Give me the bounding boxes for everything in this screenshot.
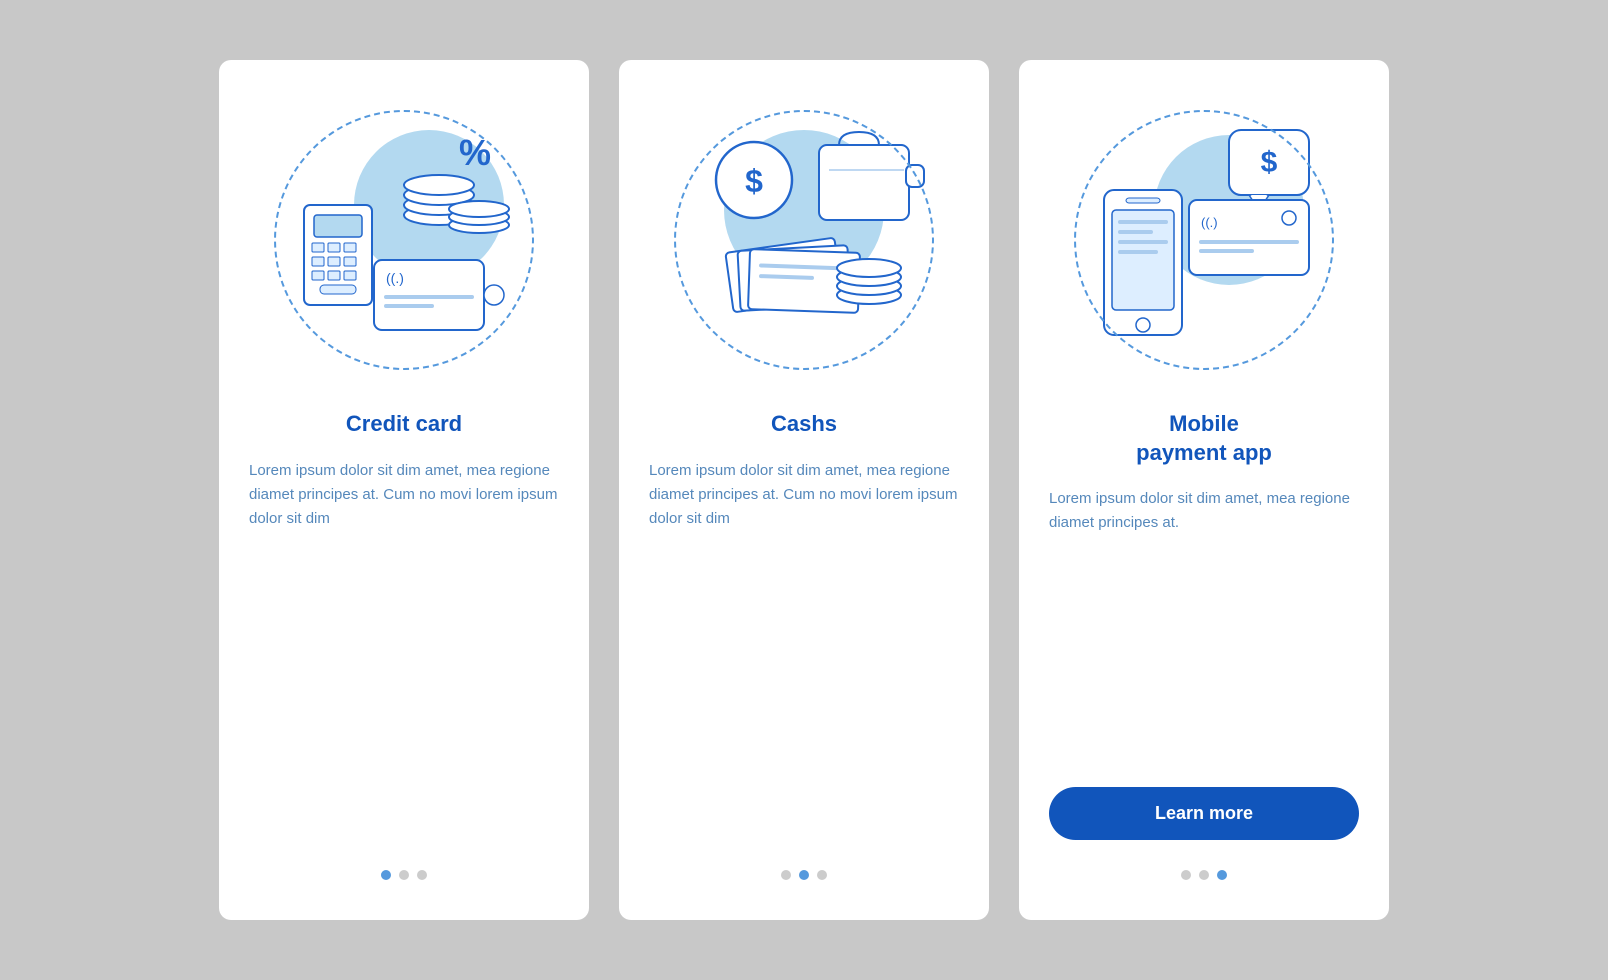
dot-3 <box>417 870 427 880</box>
learn-more-button[interactable]: Learn more <box>1049 787 1359 840</box>
credit-card-title: Credit card <box>346 410 462 439</box>
cashs-description: Lorem ipsum dolor sit dim amet, mea regi… <box>649 459 959 845</box>
credit-card-description: Lorem ipsum dolor sit dim amet, mea regi… <box>249 459 559 845</box>
mobile-payment-dots <box>1181 870 1227 880</box>
credit-card-illustration: % <box>264 100 544 380</box>
cashs-dots <box>781 870 827 880</box>
dashed-circle-2 <box>674 110 934 370</box>
cashs-title: Cashs <box>771 410 837 439</box>
mobile-payment-title: Mobilepayment app <box>1136 410 1272 467</box>
dashed-circle-3 <box>1074 110 1334 370</box>
cashs-card: $ <box>619 60 989 920</box>
dot-1 <box>1181 870 1191 880</box>
mobile-payment-card: $ ((.) <box>1019 60 1389 920</box>
cashs-illustration: $ <box>664 100 944 380</box>
mobile-payment-description: Lorem ipsum dolor sit dim amet, mea regi… <box>1049 487 1359 772</box>
mobile-payment-illustration: $ ((.) <box>1064 100 1344 380</box>
dot-3 <box>1217 870 1227 880</box>
dot-2 <box>799 870 809 880</box>
dot-1 <box>381 870 391 880</box>
credit-card-card: % <box>219 60 589 920</box>
credit-card-dots <box>381 870 427 880</box>
dot-2 <box>1199 870 1209 880</box>
dot-3 <box>817 870 827 880</box>
dot-2 <box>399 870 409 880</box>
cards-container: % <box>219 60 1389 920</box>
dashed-circle-1 <box>274 110 534 370</box>
dot-1 <box>781 870 791 880</box>
